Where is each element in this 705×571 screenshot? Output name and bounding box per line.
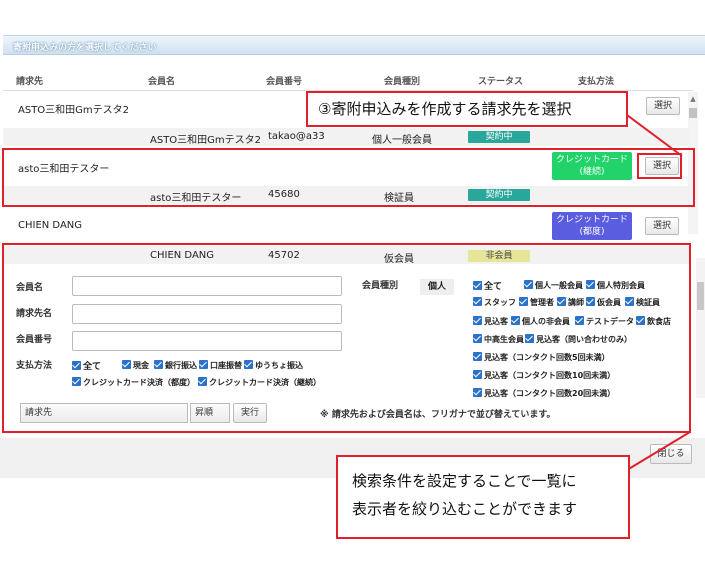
annotation-highlight-search <box>2 243 691 433</box>
row1-select-button[interactable]: 選択 <box>646 97 680 115</box>
search-scrollbar-thumb[interactable] <box>697 282 704 310</box>
row1-member-row <box>3 128 690 146</box>
dialog-title: 寄附申込みの方を選択してください <box>13 43 157 53</box>
row3-billing[interactable]: CHIEN DANG <box>18 220 82 231</box>
dialog-header: 寄附申込みの方を選択してください <box>3 35 705 55</box>
annotation-highlight-row <box>2 148 695 207</box>
row1-member-name: ASTO三和田Gmテスタ2 <box>150 135 262 146</box>
col-header-payment: 支払方法 <box>578 77 615 87</box>
annotation-callout-select-text: ③寄附申込みを作成する請求先を選択 <box>318 100 572 118</box>
annotation-highlight-select <box>637 153 682 179</box>
close-button[interactable]: 閉じる <box>650 444 692 464</box>
annotation-callout-select: ③寄附申込みを作成する請求先を選択 <box>306 91 628 127</box>
row1-member-type: 個人一般会員 <box>372 135 432 146</box>
row3-payment-line2: (都度) <box>579 227 605 237</box>
list-scrollbar-thumb[interactable] <box>689 108 697 118</box>
col-header-billing: 請求先 <box>16 77 44 87</box>
row1-member-no: takao@a33 <box>268 131 325 142</box>
col-header-member-no: 会員番号 <box>266 77 303 87</box>
annotation-callout-search: 検索条件を設定することで一覧に 表示者を絞り込むことができます <box>336 455 630 539</box>
annotation-callout-search-line2: 表示者を絞り込むことができます <box>352 500 578 518</box>
col-header-member-name: 会員名 <box>148 77 176 87</box>
search-scrollbar[interactable] <box>696 258 705 398</box>
row1-billing[interactable]: ASTO三和田Gmテスタ2 <box>18 101 129 116</box>
col-header-status: ステータス <box>478 77 524 87</box>
row3-payment-badge: クレジットカード (都度) <box>552 212 632 240</box>
col-header-member-type: 会員種別 <box>384 77 421 87</box>
row3-select-button[interactable]: 選択 <box>645 217 679 235</box>
row3-payment-line1: クレジットカード <box>555 215 628 225</box>
row1-status-badge: 契約中 <box>468 131 530 143</box>
annotation-callout-search-line1: 検索条件を設定することで一覧に <box>352 472 577 490</box>
scroll-up-icon[interactable]: ▲ <box>688 94 698 104</box>
